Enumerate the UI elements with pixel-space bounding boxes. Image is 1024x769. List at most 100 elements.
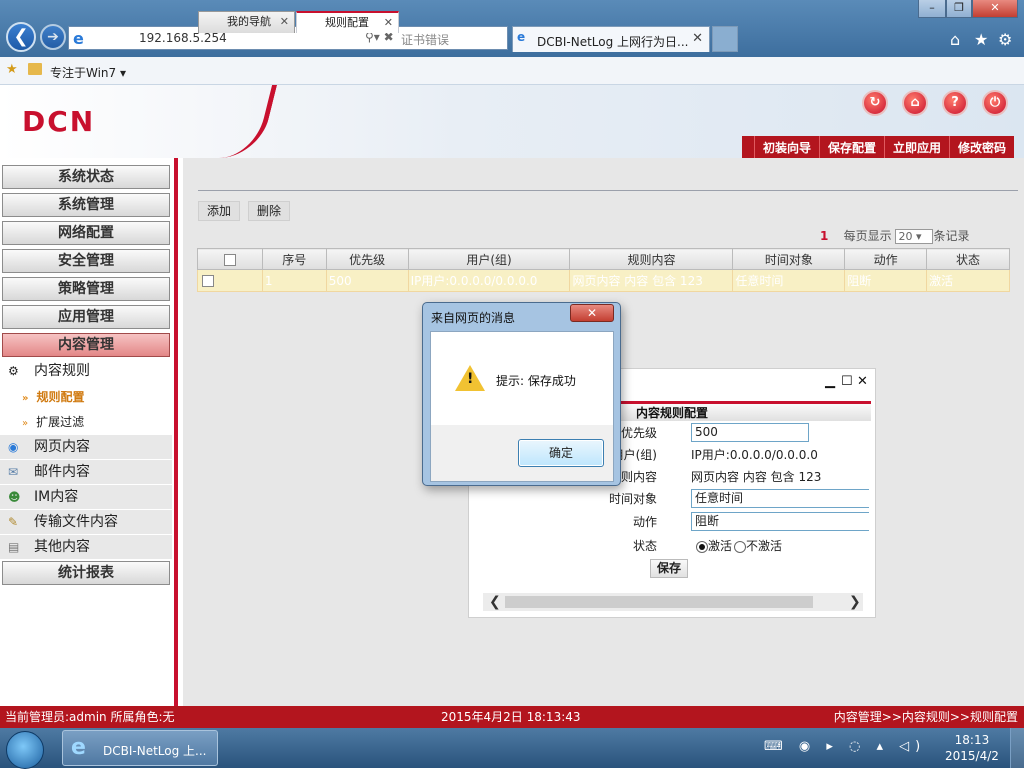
sidebar-network-config[interactable]: 网络配置 [2,221,170,245]
tab-close-icon[interactable]: ✕ [692,31,703,46]
col-header[interactable]: 优先级 [325,248,409,270]
browser-tab-title: DCBI-NetLog 上网行为日... [537,35,689,49]
sidebar-content-management[interactable]: 内容管理 [2,333,170,357]
save-button[interactable]: 保存 [650,559,689,578]
tab-my-navigation[interactable]: 我的导航 ✕ [198,11,295,33]
sidebar-item-extended-filter[interactable]: » 扩展过滤 [22,411,84,433]
sidebar-application[interactable]: 应用管理 [2,305,170,329]
sidebar-system-management[interactable]: 系统管理 [2,193,170,217]
scroll-right-icon[interactable]: ❯ [849,593,861,611]
favorites-folder-link[interactable]: 专注于Win7 ▾ [50,64,126,81]
priority-input[interactable]: 500 [691,423,809,442]
status-bar: 当前管理员:admin 所属角色:无 2015年4月2日 18:13:43 内容… [0,706,1024,728]
home-icon[interactable]: ⌂ [902,90,928,116]
tab-divider [198,190,1018,191]
dialog-minimize-icon[interactable]: ▁ [825,374,835,389]
per-page-select[interactable]: 20 ▾ [895,229,934,244]
menu-change-password[interactable]: 修改密码 [948,136,1014,158]
delete-button[interactable]: 删除 [248,201,291,221]
action-select[interactable]: 阻断 [691,512,869,531]
show-desktop-button[interactable] [1010,728,1024,768]
settings-gear-icon[interactable]: ⚙ [998,30,1012,49]
home-icon[interactable]: ⌂ [950,30,960,49]
sidebar-item-im-content[interactable]: ☻ IM内容 [0,485,172,509]
new-tab-button[interactable] [712,26,738,52]
add-button[interactable]: 添加 [198,201,241,221]
sidebar-item-content-rule[interactable]: ⚙ 内容规则 [0,359,172,383]
dialog-close-icon[interactable]: ✕ [857,374,868,389]
favorites-star-icon[interactable]: ★ [974,30,988,49]
table-row[interactable]: 1 500 IP用户:0.0.0.0/0.0.0.0 网页内容 内容 包含 12… [197,269,1010,292]
field-time: 时间对象 任意时间 [469,489,877,509]
alert-close-button[interactable]: ✕ [570,304,614,322]
sidebar-policy[interactable]: 策略管理 [2,277,170,301]
select-all-checkbox[interactable] [223,253,236,266]
sidebar-item-label: 网页内容 [34,439,90,455]
refresh-icon[interactable]: ↻ [862,90,888,116]
tab-rule-config[interactable]: 规则配置 ✕ [296,11,399,33]
chat-icon: ☻ [8,490,21,504]
tray-icons[interactable]: ⌨ ◉ ▸ ◌ ▴ ◁) [764,739,926,754]
close-window-button[interactable]: ✕ [972,0,1018,18]
col-header[interactable]: 状态 [926,248,1010,270]
table-header-row: 序号 优先级 用户(组) 规则内容 时间对象 动作 状态 [197,248,1010,270]
status-active-radio[interactable] [696,540,708,553]
col-header[interactable]: 时间对象 [732,248,846,270]
back-button[interactable]: ❮ [6,22,36,52]
select-all-header[interactable] [197,248,263,270]
rule-value: 网页内容 内容 包含 123 [691,470,822,484]
horizontal-scrollbar[interactable]: ❮ ❯ [483,593,863,611]
forward-button[interactable]: ➔ [40,24,66,50]
add-favorite-icon[interactable]: ★ [6,62,18,77]
user-value: IP用户:0.0.0.0/0.0.0.0 [691,448,818,462]
row-select[interactable] [197,269,263,292]
clock[interactable]: 18:13 2015/4/2 [945,732,999,764]
sidebar-item-rule-config[interactable]: » 规则配置 [22,386,84,408]
restore-button[interactable]: ❐ [946,0,972,18]
col-header[interactable]: 用户(组) [407,248,571,270]
browser-tab[interactable]: e DCBI-NetLog 上网行为日... ✕ [512,26,710,52]
cert-error-label[interactable]: 证书错误 [401,31,449,48]
scroll-left-icon[interactable]: ❮ [489,593,501,611]
cell-rule: 网页内容 内容 包含 123 [569,269,734,292]
logout-icon[interactable]: ⏻ [982,90,1008,116]
sidebar-system-status[interactable]: 系统状态 [2,165,170,189]
col-header[interactable]: 序号 [261,248,327,270]
sidebar-security[interactable]: 安全管理 [2,249,170,273]
field-label: 动作 [632,515,657,529]
col-header[interactable]: 动作 [844,248,928,270]
document-icon: ▤ [8,540,20,554]
taskbar-item-ie[interactable]: e DCBI-NetLog 上... [62,730,218,766]
ok-button[interactable]: 确定 [518,439,604,467]
menu-setup-wizard[interactable]: 初装向导 [753,136,819,158]
help-icon[interactable]: ? [942,90,968,116]
dialog-maximize-icon[interactable]: ☐ [841,374,853,389]
sidebar-item-label: 邮件内容 [34,464,90,480]
field-status: 状态 激活 不激活 [469,536,877,556]
row-checkbox[interactable] [202,275,214,287]
status-radios: 激活 不激活 [696,536,871,556]
pager: 1 每页显示 20 ▾ 条记录 [820,227,969,244]
status-inactive-radio[interactable] [734,540,747,553]
sidebar-item-web-content[interactable]: ◉ 网页内容 [0,435,172,459]
col-header[interactable]: 规则内容 [569,248,734,270]
sidebar-item-mail-content[interactable]: ✉ 邮件内容 [0,460,172,484]
menu-apply-now[interactable]: 立即应用 [883,136,949,158]
address-url[interactable]: 192.168.5.254 [139,31,227,45]
sidebar-item-file-transfer[interactable]: ✎ 传输文件内容 [0,510,172,534]
records-label: 条记录 [933,229,970,243]
start-button[interactable] [6,731,44,769]
close-icon[interactable]: ✕ [280,12,289,32]
time-object-select[interactable]: 任意时间 [691,489,869,508]
close-icon[interactable]: ✕ [384,13,393,33]
folder-icon [28,63,42,75]
menu-save-config[interactable]: 保存配置 [818,136,884,158]
scroll-thumb[interactable] [505,596,813,608]
cell-time: 任意时间 [732,269,846,292]
sidebar-statistics-report[interactable]: 统计报表 [2,561,170,585]
sidebar-item-other-content[interactable]: ▤ 其他内容 [0,535,172,559]
gear-icon: ⚙ [8,364,19,378]
alert-message-area: 提示: 保存成功 [431,332,613,425]
minimize-button[interactable]: – [918,0,946,18]
arrow-icon: » [22,418,29,429]
